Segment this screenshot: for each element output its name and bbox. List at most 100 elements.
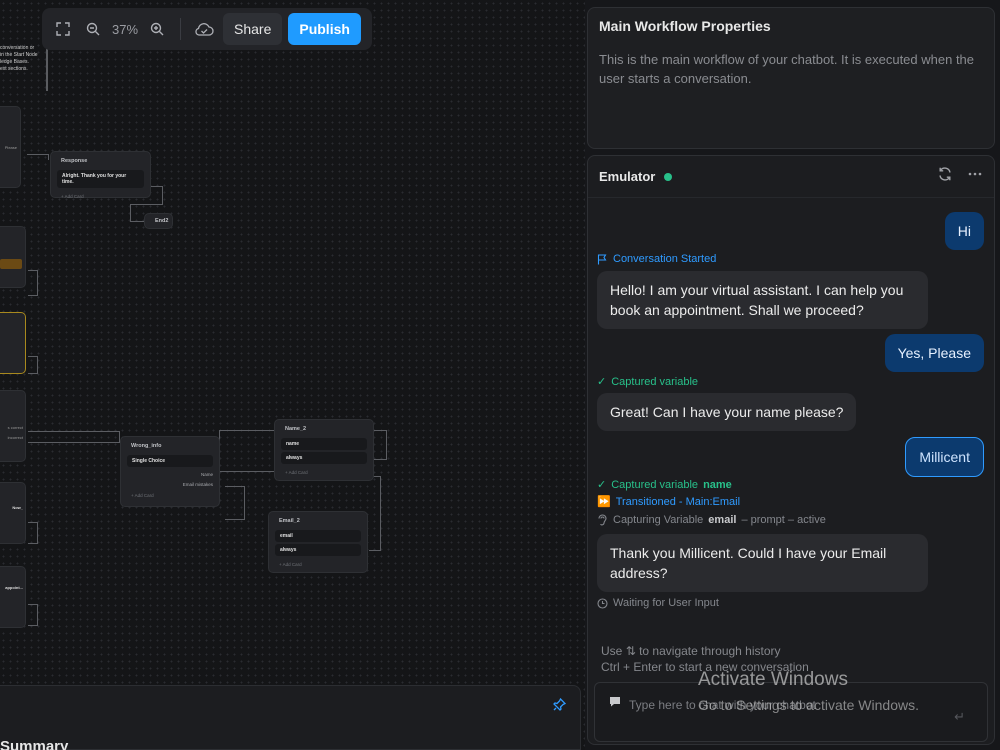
note-line: ext sections. <box>0 66 28 72</box>
add-card-button[interactable]: + Add Card <box>269 558 367 571</box>
user-message: Yes, Please <box>884 334 984 372</box>
stub-label: Now_ <box>12 505 23 510</box>
event-text: Capturing Variable <box>613 514 704 526</box>
node-title: Response <box>61 158 88 164</box>
note-card[interactable]: conversation or in the Start Node ledge … <box>0 45 48 91</box>
bot-message: Thank you Millicent. Could I have your E… <box>597 534 928 592</box>
partial-node[interactable] <box>0 226 26 288</box>
event-text: – prompt – active <box>741 514 826 526</box>
zoom-out-icon[interactable] <box>78 14 108 44</box>
publish-button[interactable]: Publish <box>288 13 361 45</box>
capture-card[interactable]: email <box>275 530 361 542</box>
partial-node[interactable]: appoint... <box>0 566 26 628</box>
hint-text: to navigate through history <box>639 644 781 658</box>
single-choice-card[interactable]: Single Choice <box>127 455 213 467</box>
transition-event: ⏩ Transitioned - Main:Email <box>597 495 741 509</box>
properties-panel: Main Workflow Properties This is the mai… <box>587 7 995 149</box>
panel-title: Summary <box>0 738 69 750</box>
captured-variable-event: ✓ Captured variable name <box>597 478 732 492</box>
variable-name: name <box>703 478 732 491</box>
note-line: conversation or <box>0 45 35 51</box>
ear-icon <box>598 514 607 526</box>
capture-card[interactable]: name <box>281 438 367 450</box>
more-options-icon[interactable] <box>967 166 983 187</box>
event-text: Captured variable <box>611 375 699 388</box>
captured-variable-event: ✓ Captured variable <box>597 375 699 389</box>
connector <box>28 604 38 626</box>
end-node[interactable]: End2 <box>144 213 173 229</box>
capturing-variable-event: Capturing Variable email – prompt – acti… <box>597 514 826 526</box>
bot-message: Great! Can I have your name please? <box>597 393 857 431</box>
user-message: Millicent <box>905 437 984 477</box>
email2-node[interactable]: Email_2 email always + Add Card <box>268 511 368 573</box>
pin-icon[interactable] <box>553 697 567 714</box>
node-title: Name_2 <box>285 426 307 432</box>
hint-text: Use <box>601 644 623 658</box>
choice-option[interactable]: Email mistakes <box>121 479 219 489</box>
choice-option[interactable]: Name <box>121 469 219 479</box>
activation-watermark-title: Activate Windows <box>698 669 848 690</box>
activation-watermark-subtitle: Go to Settings to activate Windows. <box>698 697 919 713</box>
share-button[interactable]: Share <box>223 13 283 45</box>
status-dot <box>664 172 673 181</box>
toolbar-divider <box>180 18 181 40</box>
stub-label: s correct <box>7 425 23 430</box>
connector <box>219 430 275 472</box>
enter-key-icon[interactable]: ↵ <box>954 709 965 725</box>
add-card-button[interactable]: + Add Card <box>275 466 373 479</box>
check-icon: ✓ <box>597 479 607 491</box>
condition-card[interactable]: always <box>275 544 361 556</box>
partial-node[interactable]: s correct incorrect <box>0 390 26 462</box>
connector <box>369 476 381 551</box>
bot-message: Hello! I am your virtual assistant. I ca… <box>597 271 928 329</box>
connector <box>225 486 245 520</box>
connector <box>28 270 38 296</box>
bottom-panel: Summary <box>0 685 581 750</box>
cloud-sync-icon[interactable] <box>189 14 219 44</box>
zoom-level: 37% <box>111 21 139 37</box>
response-node[interactable]: Response Alright. Thank you for your tim… <box>50 151 151 199</box>
connector <box>28 442 120 443</box>
connector <box>28 356 38 374</box>
connector <box>373 430 387 460</box>
history-hint: Use ⇅ to navigate through history <box>601 644 781 658</box>
condition-card[interactable]: always <box>281 452 367 464</box>
event-text: Captured variable <box>611 478 699 491</box>
stub-label: incorrect <box>7 435 23 440</box>
fit-screen-icon[interactable] <box>48 14 78 44</box>
connector <box>28 522 38 544</box>
fast-forward-icon: ⏩ <box>597 496 611 508</box>
note-line: ledge Bases. <box>0 59 29 65</box>
message-card[interactable]: Alright. Thank you for your time. <box>57 170 144 188</box>
partial-node[interactable]: Now_ <box>0 482 26 544</box>
clock-icon <box>597 597 608 609</box>
add-card-button[interactable]: + Add Card <box>51 190 150 203</box>
workflow-canvas[interactable]: conversation or in the Start Node ledge … <box>0 0 585 750</box>
stub-label: appoint... <box>5 585 23 590</box>
emulator-title: Emulator <box>599 169 656 184</box>
chat-bubble-icon <box>609 696 621 710</box>
refresh-icon[interactable] <box>937 166 953 187</box>
highlighted-row <box>0 259 22 269</box>
emulator-header: Emulator <box>588 156 994 198</box>
waiting-event: Waiting for User Input <box>597 597 719 609</box>
note-line: in the Start Node <box>0 52 38 58</box>
node-title: Email_2 <box>279 518 300 524</box>
event-text: Transitioned - Main:Email <box>615 495 741 508</box>
canvas-toolbar: 37% Share Publish <box>42 8 372 50</box>
connector <box>151 186 163 204</box>
zoom-in-icon[interactable] <box>142 14 172 44</box>
stub-label: Please <box>4 145 17 150</box>
event-text: Conversation Started <box>613 253 717 265</box>
flag-icon <box>597 253 607 264</box>
emulator-panel: Emulator Hi Conversation Started Hello! … <box>587 155 995 745</box>
name2-node[interactable]: Name_2 name always + Add Card <box>274 419 374 481</box>
arrows-updown-icon: ⇅ <box>625 644 636 658</box>
partial-node[interactable] <box>0 312 26 374</box>
partial-node[interactable]: Please <box>0 106 21 188</box>
variable-name: email <box>708 514 737 526</box>
user-message: Hi <box>944 212 984 250</box>
properties-title: Main Workflow Properties <box>599 18 771 34</box>
add-card-button[interactable]: + Add Card <box>121 489 219 502</box>
wrong-info-node[interactable]: Wrong_info Single Choice Name Email mist… <box>120 436 220 507</box>
